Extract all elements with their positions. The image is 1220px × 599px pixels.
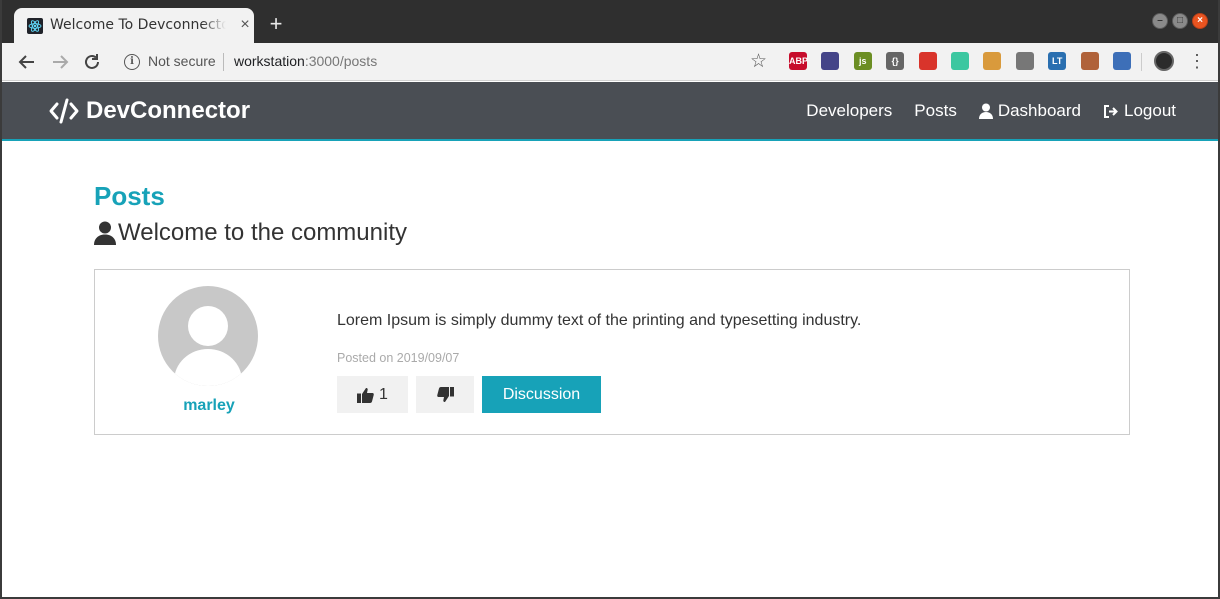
user-icon	[978, 103, 993, 119]
extension-bike-icon[interactable]	[1015, 52, 1034, 70]
minimize-icon[interactable]: –	[1152, 13, 1168, 29]
discussion-button[interactable]: Discussion	[482, 376, 601, 413]
post-item: marley Lorem Ipsum is simply dummy text …	[94, 269, 1130, 435]
colorzilla-icon[interactable]	[821, 52, 840, 70]
react-icon	[27, 18, 43, 34]
extension-monkey-icon[interactable]	[1080, 52, 1099, 70]
nav-dashboard-label: Dashboard	[997, 101, 1081, 120]
page-lead: Welcome to the community	[94, 219, 407, 247]
nav-posts[interactable]: Posts	[914, 101, 957, 121]
unlike-button[interactable]	[416, 376, 474, 413]
tab-strip: Welcome To Devconnector × + – □ ×	[2, 0, 1218, 43]
like-button[interactable]: 1	[337, 376, 408, 413]
post-date: Posted on 2019/09/07	[337, 351, 460, 365]
address-bar[interactable]: i Not secure workstation:3000/posts ☆	[114, 47, 779, 77]
thumbs-down-icon	[436, 386, 454, 402]
post-text: Lorem Ipsum is simply dummy text of the …	[337, 312, 862, 329]
js-icon[interactable]: js	[853, 52, 872, 70]
brand-name: DevConnector	[86, 97, 251, 124]
menu-icon[interactable]: ⋮	[1188, 49, 1206, 73]
nav-links: Developers Posts Dashboard Logout	[806, 101, 1176, 121]
browser-window: Welcome To Devconnector × + – □ × i Not …	[0, 0, 1220, 599]
profile-avatar[interactable]	[1154, 51, 1174, 71]
reload-icon[interactable]	[81, 51, 103, 73]
url-path: :3000/posts	[304, 53, 378, 69]
like-count: 1	[379, 385, 388, 403]
nav-logout[interactable]: Logout	[1103, 101, 1176, 121]
page-lead-text: Welcome to the community	[118, 219, 407, 246]
cookie-icon[interactable]	[983, 52, 1002, 70]
site-navbar: DevConnector Developers Posts Dashboard …	[2, 82, 1218, 141]
post-username[interactable]: marley	[95, 397, 323, 415]
nav-logout-label: Logout	[1124, 101, 1176, 120]
url-host: workstation	[234, 53, 305, 69]
thumbs-up-icon	[357, 387, 374, 403]
close-window-icon[interactable]: ×	[1192, 13, 1208, 29]
browser-toolbar: i Not secure workstation:3000/posts ☆ AB…	[2, 43, 1218, 81]
default-avatar-icon	[174, 306, 242, 386]
forward-icon[interactable]	[49, 51, 71, 73]
code-icon	[49, 98, 79, 124]
url-text[interactable]: workstation:3000/posts	[234, 53, 377, 69]
nav-developers[interactable]: Developers	[806, 101, 892, 121]
bookmark-star-icon[interactable]: ☆	[750, 50, 767, 73]
extension-target-icon[interactable]	[951, 52, 969, 70]
user-icon	[94, 221, 116, 245]
languagetool-icon[interactable]: LT	[1048, 52, 1067, 70]
avatar[interactable]	[158, 286, 258, 386]
page-title: Posts	[94, 181, 165, 211]
url-separator	[223, 53, 224, 71]
security-label[interactable]: Not secure	[148, 53, 216, 69]
browser-tab[interactable]: Welcome To Devconnector ×	[14, 8, 254, 43]
maximize-icon[interactable]: □	[1172, 13, 1188, 29]
back-icon[interactable]	[16, 51, 38, 73]
info-icon[interactable]: i	[124, 54, 140, 70]
extension-red-icon[interactable]	[918, 52, 937, 70]
json-viewer-icon[interactable]: {}	[886, 52, 905, 70]
save-icon[interactable]	[1113, 52, 1131, 70]
tab-title: Welcome To Devconnector	[50, 17, 226, 33]
tab-close-icon[interactable]: ×	[236, 16, 254, 34]
toolbar-separator	[1141, 53, 1142, 71]
nav-dashboard[interactable]: Dashboard	[978, 101, 1081, 121]
window-controls: – □ ×	[1152, 13, 1208, 29]
adblock-plus-icon[interactable]: ABP	[789, 52, 808, 70]
new-tab-button[interactable]: +	[264, 13, 288, 37]
sign-out-icon	[1104, 104, 1118, 118]
brand-link[interactable]: DevConnector	[48, 97, 250, 125]
